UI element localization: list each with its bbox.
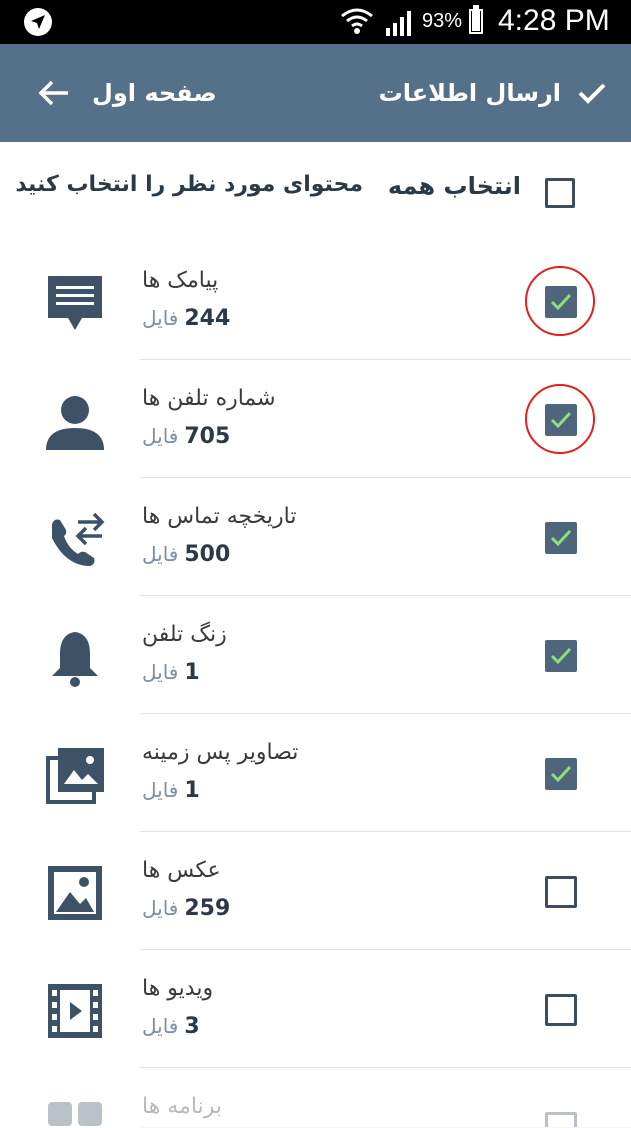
item-title: برنامه ها — [142, 1094, 222, 1119]
battery-icon — [469, 5, 483, 34]
file-count-unit: فایل — [142, 1014, 179, 1038]
file-count-number: 244 — [184, 306, 231, 331]
content-list: پیامک ها 244 فایل شماره تلفن ها 705 فایل تاریخ… — [0, 242, 631, 1128]
select-all-row: انتخاب همه محتوای مورد نظر را انتخاب کنی… — [0, 142, 631, 246]
item-title: پیامک ها — [142, 268, 219, 293]
file-count-unit: فایل — [142, 896, 179, 920]
file-count-number: 1 — [184, 660, 200, 685]
selection-hint: محتوای مورد نظر را انتخاب کنید — [15, 172, 363, 197]
item-title: زنگ تلفن — [142, 622, 227, 647]
item-checkbox[interactable] — [545, 1112, 577, 1128]
arrow-left-icon — [38, 80, 68, 106]
file-count-number: 1 — [184, 778, 200, 803]
file-count-unit: فایل — [142, 424, 179, 448]
contact-icon — [44, 390, 106, 452]
list-item[interactable]: زنگ تلفن 1 فایل — [0, 596, 631, 714]
item-checkbox[interactable] — [545, 758, 577, 790]
file-count-number: 3 — [184, 1014, 200, 1039]
item-checkbox[interactable] — [545, 522, 577, 554]
file-count-unit: فایل — [142, 542, 179, 566]
list-item[interactable]: ویدیو ها 3 فایل — [0, 950, 631, 1068]
file-count-number: 259 — [184, 896, 231, 921]
toolbar: ارسال اطلاعات صفحه اول — [0, 44, 631, 142]
item-title: عکس ها — [142, 858, 221, 883]
file-count-unit: فایل — [142, 778, 179, 802]
file-count-unit: فایل — [142, 660, 179, 684]
photo-icon — [44, 862, 106, 924]
check-icon — [578, 83, 606, 104]
call-log-icon — [44, 508, 106, 570]
battery-percent: 93% — [422, 10, 463, 32]
list-item[interactable]: برنامه ها — [0, 1068, 631, 1128]
list-item[interactable]: تاریخچه تماس ها 500 فایل — [0, 478, 631, 596]
video-icon — [44, 980, 106, 1042]
item-file-count: 244 فایل — [142, 306, 230, 331]
navigation-icon — [24, 8, 52, 36]
checkmark-icon — [550, 765, 572, 783]
item-title: شماره تلفن ها — [142, 386, 276, 411]
highlight-ring — [525, 384, 595, 454]
item-file-count: 1 فایل — [142, 778, 200, 803]
file-count-unit: فایل — [142, 306, 179, 330]
item-title: ویدیو ها — [142, 976, 214, 1001]
select-all-checkbox[interactable] — [545, 178, 575, 208]
highlight-ring — [525, 266, 595, 336]
send-data-button[interactable]: ارسال اطلاعات — [379, 44, 607, 142]
back-button[interactable]: صفحه اول — [38, 44, 217, 142]
item-file-count: 3 فایل — [142, 1014, 200, 1039]
back-label: صفحه اول — [92, 79, 217, 107]
select-all-label[interactable]: انتخاب همه — [388, 172, 521, 200]
file-count-number: 500 — [184, 542, 231, 567]
wallpaper-icon — [44, 744, 106, 806]
item-checkbox[interactable] — [545, 994, 577, 1026]
item-title: تاریخچه تماس ها — [142, 504, 297, 529]
message-icon — [44, 272, 106, 334]
send-data-label: ارسال اطلاعات — [378, 79, 561, 107]
wifi-icon — [341, 8, 373, 34]
item-file-count: 705 فایل — [142, 424, 230, 449]
list-item[interactable]: تصاویر پس زمینه 1 فایل — [0, 714, 631, 832]
item-title: تصاویر پس زمینه — [142, 740, 299, 765]
item-file-count: 500 فایل — [142, 542, 230, 567]
item-file-count: 259 فایل — [142, 896, 230, 921]
list-item[interactable]: شماره تلفن ها 705 فایل — [0, 360, 631, 478]
list-item[interactable]: عکس ها 259 فایل — [0, 832, 631, 950]
status-bar: 93% 4:28 PM — [0, 0, 631, 44]
checkmark-icon — [550, 647, 572, 665]
file-count-number: 705 — [184, 424, 231, 449]
list-item[interactable]: پیامک ها 244 فایل — [0, 242, 631, 360]
item-checkbox[interactable] — [545, 640, 577, 672]
clock: 4:28 PM — [498, 4, 610, 37]
apps-icon — [44, 1098, 106, 1128]
signal-icon — [386, 11, 411, 36]
bell-icon — [44, 626, 106, 688]
checkmark-icon — [550, 529, 572, 547]
item-file-count: 1 فایل — [142, 660, 200, 685]
item-checkbox[interactable] — [545, 876, 577, 908]
